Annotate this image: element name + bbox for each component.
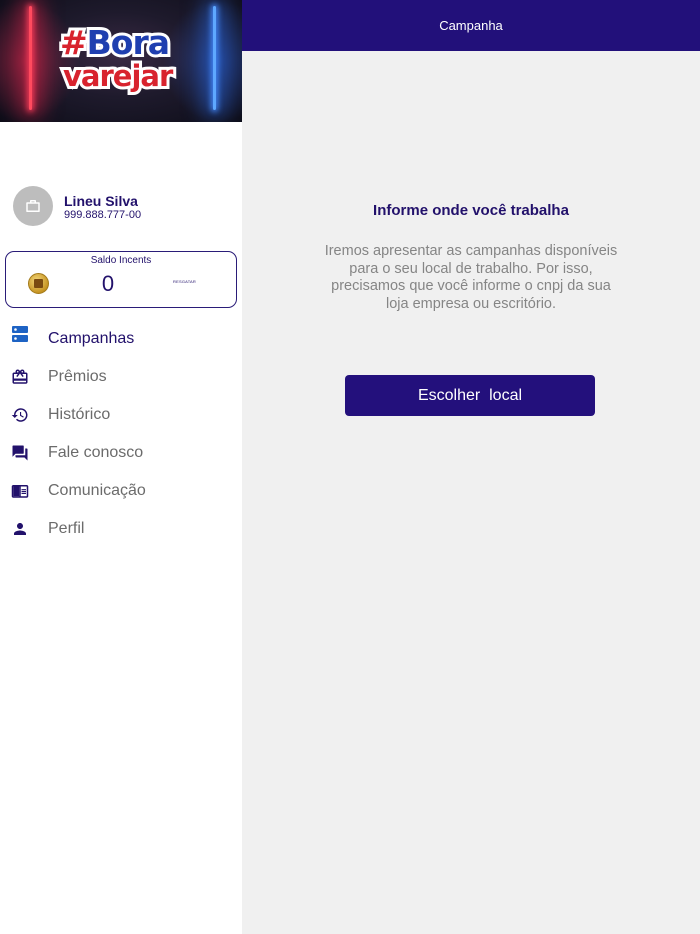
section-description: Iremos apresentar as campanhas disponíve…	[324, 243, 618, 312]
user-name: Lineu Silva	[64, 193, 138, 209]
brand-banner: #Bora varejar	[0, 0, 242, 122]
sidebar-item-label: Fale conosco	[48, 444, 144, 461]
sidebar-item-label: Comunicação	[48, 482, 146, 499]
balance-value: 0	[101, 271, 115, 296]
person-icon	[14, 523, 26, 535]
sidebar: #Bora varejar Lineu Silva 999.888.777-00…	[0, 0, 242, 934]
page-title: Campanha	[439, 18, 503, 33]
choose-location-button[interactable]: Escolher local	[345, 375, 595, 416]
logo-word-bora: Bora	[84, 23, 173, 62]
neon-light-red	[29, 6, 32, 110]
sidebar-item-perfil[interactable]: Perfil	[0, 511, 242, 549]
user-document: 999.888.777-00	[64, 209, 142, 221]
gift-icon	[12, 369, 28, 384]
logo-hash: #	[57, 23, 91, 62]
briefcase-icon	[26, 200, 40, 212]
sidebar-item-historico[interactable]: Histórico	[0, 397, 242, 435]
coin-icon	[28, 273, 49, 294]
sidebar-item-label: Perfil	[48, 520, 85, 537]
newspaper-icon	[11, 485, 29, 498]
sidebar-item-premios[interactable]: Prêmios	[0, 359, 242, 397]
sidebar-item-label: Campanhas	[48, 330, 135, 347]
sidebar-item-fale-conosco[interactable]: Fale conosco	[0, 435, 242, 473]
sidebar-item-comunicacao[interactable]: Comunicação	[0, 473, 242, 511]
sidebar-item-label: Prêmios	[48, 368, 107, 385]
chat-icon	[12, 445, 28, 461]
history-icon	[11, 408, 28, 422]
logo-line-1: #Bora	[57, 23, 173, 62]
balance-card: Saldo Incents 0 RESGATAR	[5, 251, 237, 308]
balance-label: Saldo Incents	[90, 255, 152, 266]
sidebar-item-campanhas[interactable]: Campanhas	[0, 321, 242, 359]
app-header: Campanha	[242, 0, 700, 51]
logo-line-2: varejar	[60, 59, 176, 94]
section-heading: Informe onde você trabalha	[373, 202, 569, 219]
main-content: Informe onde você trabalha Iremos aprese…	[242, 51, 700, 934]
avatar	[13, 186, 53, 226]
redeem-button[interactable]: RESGATAR	[173, 279, 196, 284]
neon-light-blue	[213, 6, 216, 110]
sidebar-item-label: Histórico	[48, 406, 111, 423]
campaigns-icon	[12, 326, 28, 342]
bora-varejar-logo: #Bora varejar	[57, 23, 184, 98]
